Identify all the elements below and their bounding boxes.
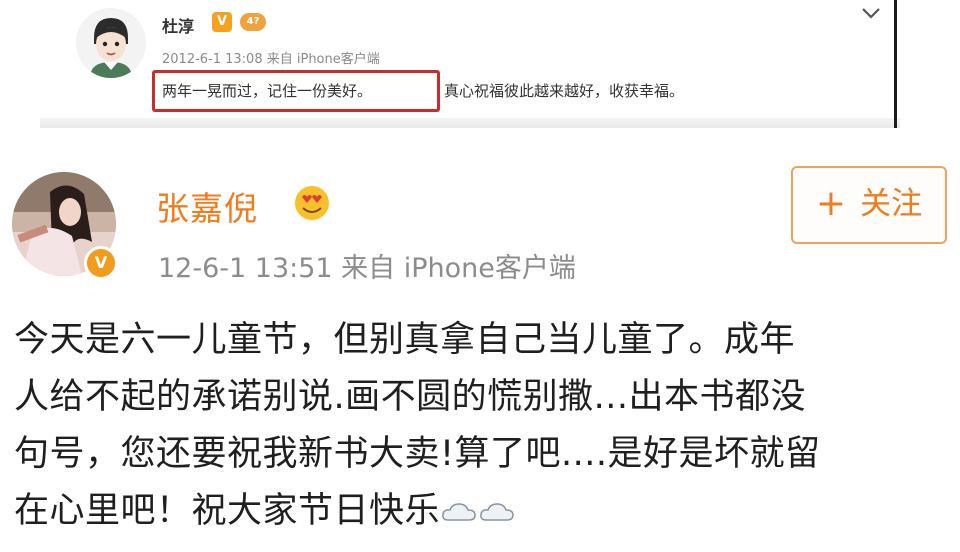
- highlight-box: [152, 70, 440, 112]
- main-post-text: 今天是六一儿童节，但别真拿自己当儿童了。成年 人给不起的承诺别说.画不圆的慌别撒…: [14, 318, 954, 546]
- verified-badge-icon: V: [212, 12, 232, 32]
- top-username[interactable]: 杜淳: [162, 13, 194, 37]
- avatar[interactable]: [76, 8, 146, 78]
- main-username[interactable]: 张嘉倪: [156, 182, 258, 230]
- heart-eyes-emoji-icon: [295, 186, 329, 220]
- top-post: 杜淳 V 4? 2012-6-1 13:08 来自 iPhone客户端 两年一晃…: [0, 0, 960, 128]
- chevron-down-icon[interactable]: [860, 6, 882, 20]
- follow-label: 关注: [860, 186, 923, 222]
- post-text-line: 今天是六一儿童节，但别真拿自己当儿童了。成年: [14, 320, 796, 360]
- top-post-meta: 2012-6-1 13:08 来自 iPhone客户端: [162, 52, 380, 67]
- main-post-meta: 12-6-1 13:51 来自 iPhone客户端: [158, 253, 576, 284]
- cloud-icon: [480, 503, 514, 521]
- verified-badge-icon: V: [84, 246, 118, 280]
- level-badge-icon: 4?: [240, 13, 266, 31]
- avatar-cartoon-icon: [76, 8, 146, 78]
- post-text-line: 在心里吧！祝大家节日快乐: [14, 491, 441, 531]
- top-post-text-rest: 真心祝福彼此越来越好，收获幸福。: [444, 82, 685, 100]
- follow-button[interactable]: + 关注: [791, 166, 947, 244]
- weibo-screenshot: 杜淳 V 4? 2012-6-1 13:08 来自 iPhone客户端 两年一晃…: [0, 0, 960, 552]
- post-text-line-last: 在心里吧！祝大家节日快乐: [14, 489, 954, 546]
- cloud-icon: [442, 503, 476, 521]
- edge-bar: [894, 0, 897, 128]
- post-text-line: 人给不起的承诺别说.画不圆的慌别撒...出本书都没: [14, 377, 807, 417]
- post-divider: [40, 118, 900, 128]
- post-text-line: 句号，您还要祝我新书大卖!算了吧....是好是坏就留: [14, 434, 821, 474]
- plus-icon: +: [815, 183, 847, 224]
